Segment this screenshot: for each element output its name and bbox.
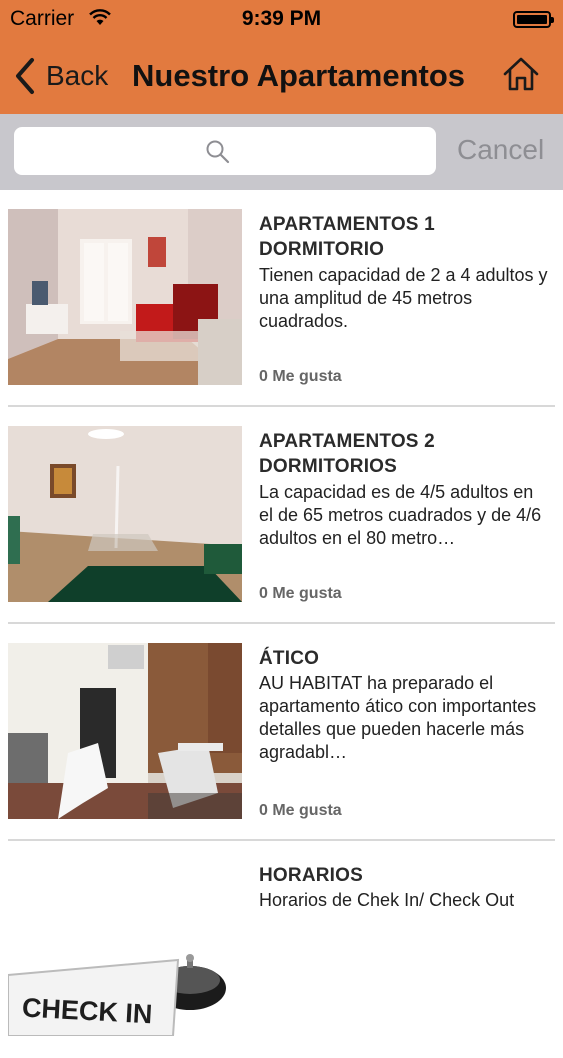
apartment-photo — [8, 426, 242, 602]
likes-count: 0 Me gusta — [259, 802, 342, 819]
checkin-photo: CHECK IN — [8, 860, 242, 1036]
cancel-button[interactable]: Cancel — [457, 134, 544, 166]
item-title: HORARIOS — [259, 865, 363, 886]
list-item[interactable]: CHECK IN HORARIOS Horarios de Chek In/ C… — [0, 841, 563, 1058]
likes-count: 0 Me gusta — [259, 368, 342, 385]
battery-icon — [513, 11, 554, 28]
clock: 9:39 PM — [241, 7, 322, 30]
item-title: APARTAMENTOS 1 DORMITORIO — [259, 214, 435, 260]
home-icon[interactable] — [501, 54, 541, 94]
apartment-photo — [8, 209, 242, 385]
item-title: APARTAMENTOS 2 DORMITORIOS — [259, 431, 435, 477]
search-bar: Cancel — [0, 114, 563, 190]
status-bar: Carrier 9:39 PM — [0, 0, 563, 40]
page-title: Nuestro Apartamentos — [132, 58, 466, 93]
search-icon — [206, 140, 230, 164]
list-item[interactable]: APARTAMENTOS 2 DORMITORIOS La capacidad … — [0, 407, 563, 624]
item-description: Tienen capacidad de 2 a 4 adultos y una … — [259, 265, 548, 331]
back-label: Back — [46, 60, 109, 91]
likes-count: 0 Me gusta — [259, 585, 342, 602]
item-description: AU HABITAT ha preparado el apartamento á… — [259, 673, 537, 762]
back-button[interactable]: Back — [12, 56, 108, 96]
navigation-bar: Back Nuestro Apartamentos — [0, 40, 563, 114]
list-item[interactable]: APARTAMENTOS 1 DORMITORIO Tienen capacid… — [0, 190, 563, 407]
search-input[interactable] — [14, 127, 436, 175]
item-title: ÁTICO — [259, 648, 320, 669]
apartment-photo — [8, 643, 242, 819]
chevron-left-icon — [16, 58, 34, 94]
item-description: Horarios de Chek In/ Check Out — [259, 890, 515, 910]
item-description: La capacidad es de 4/5 adultos en el de … — [259, 482, 542, 548]
list-item[interactable]: ÁTICO AU HABITAT ha preparado el apartam… — [0, 624, 563, 841]
